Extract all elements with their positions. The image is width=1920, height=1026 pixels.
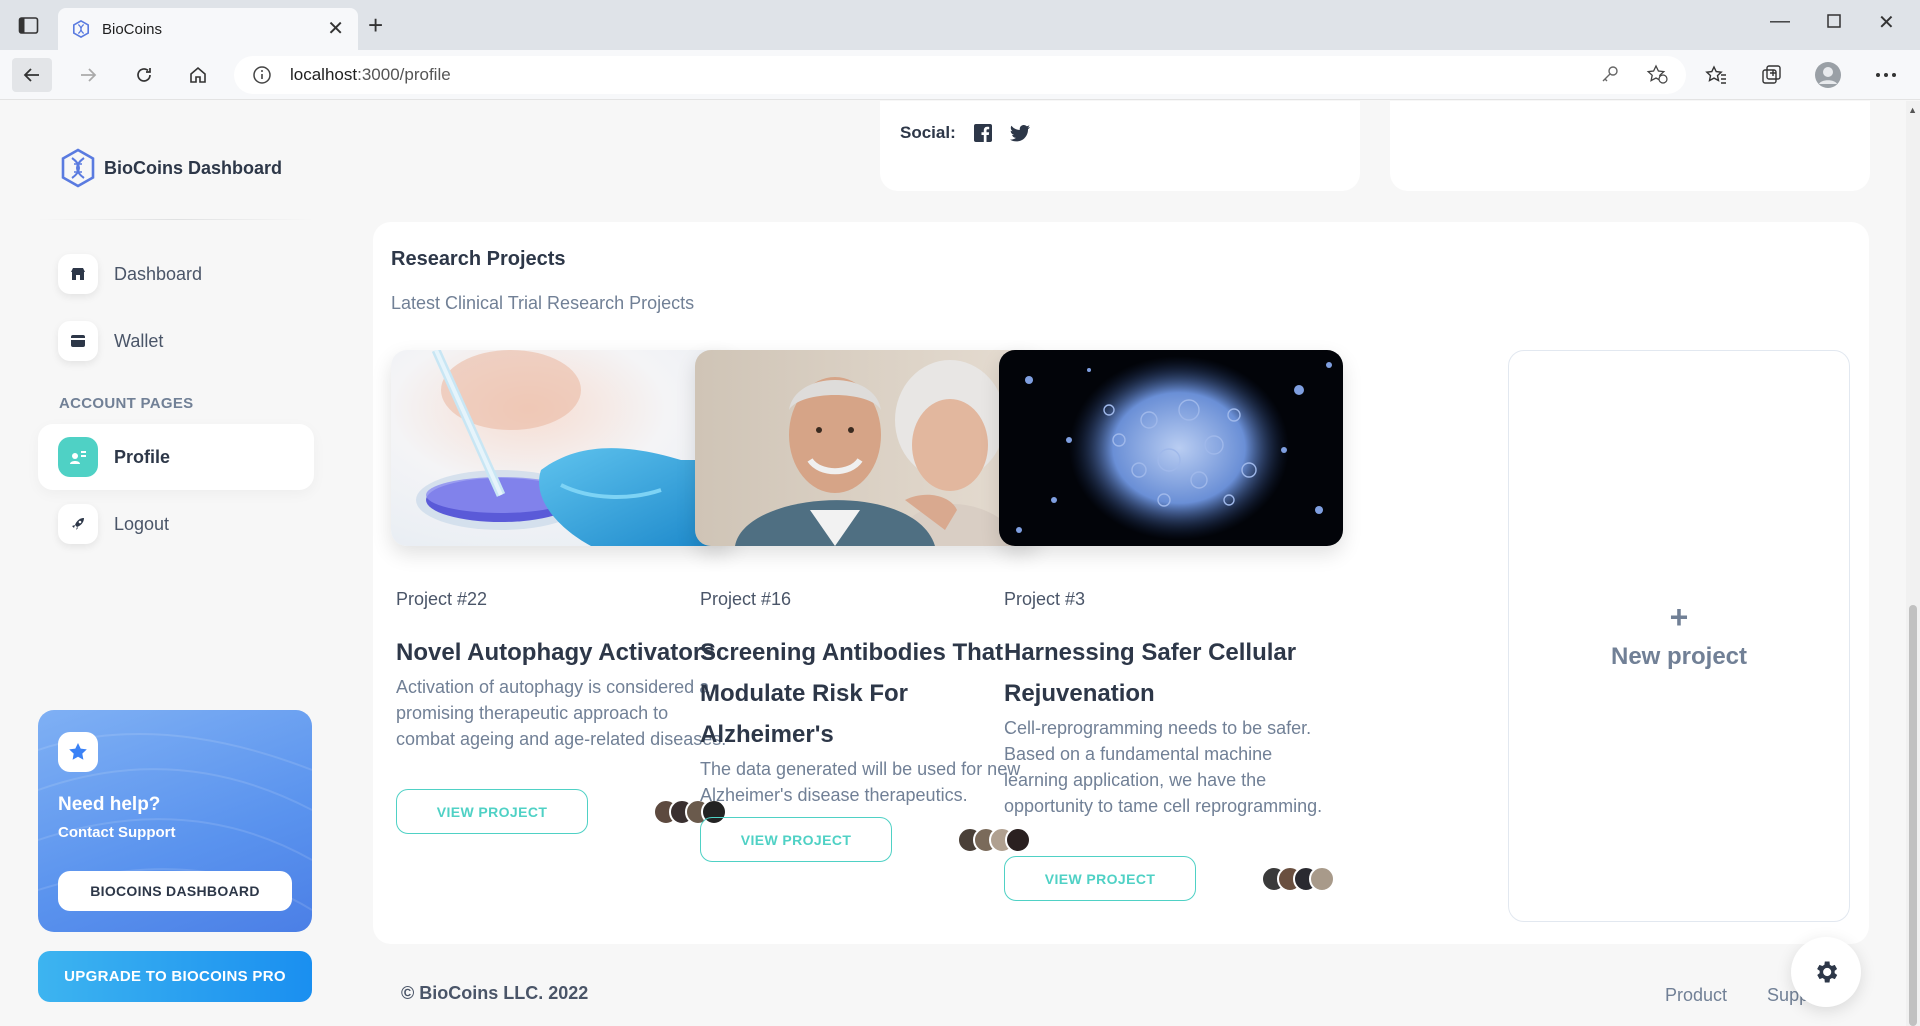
sidebar-item-wallet[interactable]: Wallet (38, 308, 314, 374)
settings-button[interactable] (1791, 937, 1861, 1007)
sidebar-item-label: Dashboard (114, 263, 203, 284)
biocoins-dashboard-button[interactable]: BIOCOINS DASHBOARD (58, 871, 292, 911)
browser-tab[interactable]: BioCoins ✕ (58, 8, 358, 50)
profile-avatar-icon[interactable] (1813, 60, 1843, 90)
view-project-button[interactable]: VIEW PROJECT (1004, 856, 1196, 901)
sidebar-item-logout[interactable]: Logout (38, 491, 314, 557)
facebook-icon[interactable] (973, 124, 992, 142)
star-icon (58, 732, 98, 772)
twitter-icon[interactable] (1009, 124, 1030, 142)
scroll-up-icon[interactable]: ▲ (1908, 105, 1917, 115)
project-image-cells[interactable] (999, 350, 1343, 546)
home-icon[interactable] (178, 58, 218, 92)
biocoins-logo-icon (61, 148, 95, 188)
project-card: Project #16 Screening Antibodies That Mo… (695, 350, 1039, 862)
key-icon[interactable] (1600, 64, 1620, 84)
scrollbar-thumb[interactable] (1909, 605, 1917, 1026)
minimize-icon[interactable]: — (1770, 10, 1790, 33)
rocket-icon (58, 504, 98, 544)
projects-subtitle: Latest Clinical Trial Research Projects (391, 293, 695, 313)
window-close-icon[interactable]: ✕ (1878, 10, 1895, 35)
back-icon[interactable] (12, 58, 52, 92)
browser-toolbar: localhost:3000/profile (0, 50, 1920, 100)
tab-title: BioCoins (102, 20, 163, 38)
sidebar-item-label: Wallet (114, 330, 164, 351)
project-image-elderly-couple[interactable] (695, 350, 1039, 546)
footer-copyright: © BioCoins LLC. 2022 (401, 983, 589, 1003)
new-project-card[interactable]: + New project (1508, 350, 1850, 922)
project-members (1261, 866, 1335, 892)
card-icon (58, 321, 98, 361)
plus-icon: + (1669, 599, 1689, 635)
sidebar-item-profile[interactable]: Profile (38, 424, 314, 490)
sidebar-item-label: Logout (114, 513, 170, 534)
collections-icon[interactable] (1756, 60, 1786, 90)
window-titlebar: BioCoins ✕ + — ✕ (0, 0, 1920, 50)
sidebar-item-dashboard[interactable]: Dashboard (38, 241, 314, 307)
project-description: Activation of autophagy is considered a … (396, 677, 727, 749)
project-description: Cell-reprogramming needs to be safer. Ba… (1004, 718, 1323, 816)
sidebar-item-label: Profile (114, 446, 171, 467)
tab-actions-icon[interactable] (18, 16, 40, 36)
more-options-icon[interactable] (1871, 60, 1901, 90)
profile-info-card: Social: (880, 101, 1360, 191)
maximize-icon[interactable] (1826, 12, 1842, 35)
page-viewport: BioCoins Dashboard Dashboard Wallet ACCO… (0, 101, 1920, 1026)
help-title: Need help? (58, 794, 161, 815)
help-subtitle: Contact Support (58, 824, 176, 841)
project-description: The data generated will be used for new … (700, 759, 1021, 805)
add-favorite-icon[interactable] (1646, 64, 1668, 84)
forward-icon[interactable] (68, 58, 108, 92)
footer-link-product[interactable]: Product (1665, 985, 1727, 1006)
project-number: Project #16 (700, 589, 792, 609)
project-number: Project #3 (1004, 589, 1086, 609)
avatar[interactable] (1309, 866, 1335, 892)
upgrade-button[interactable]: UPGRADE TO BIOCOINS PRO (38, 951, 312, 1002)
url-text: localhost:3000/profile (290, 65, 451, 84)
research-projects-card: Research Projects Latest Clinical Trial … (373, 222, 1869, 944)
project-number: Project #22 (396, 589, 488, 609)
refresh-icon[interactable] (124, 58, 164, 92)
project-name: Screening Antibodies That Modulate Risk … (700, 639, 1004, 748)
user-icon (58, 437, 98, 477)
page-scrollbar[interactable]: ▲ (1906, 101, 1920, 1026)
social-label: Social: (900, 123, 956, 142)
tab-close-icon[interactable]: ✕ (327, 19, 344, 39)
brand[interactable]: BioCoins Dashboard (60, 148, 282, 188)
sidebar-divider (38, 219, 314, 220)
view-project-button[interactable]: VIEW PROJECT (396, 789, 588, 834)
site-info-icon[interactable] (252, 65, 272, 85)
view-project-button[interactable]: VIEW PROJECT (700, 817, 892, 862)
sidebar: BioCoins Dashboard Dashboard Wallet ACCO… (38, 101, 314, 1026)
help-card: Need help? Contact Support BIOCOINS DASH… (38, 710, 312, 932)
new-project-label: New project (1610, 643, 1748, 670)
project-card: Project #22 Novel Autophagy Activators A… (391, 350, 735, 834)
favorites-icon[interactable] (1701, 60, 1731, 90)
projects-title: Research Projects (391, 248, 566, 270)
shop-icon (58, 254, 98, 294)
biocoins-favicon-icon (72, 20, 90, 38)
project-card: Project #3 Harnessing Safer Cellular Rej… (999, 350, 1343, 901)
address-bar[interactable]: localhost:3000/profile (234, 56, 1686, 94)
brand-name: BioCoins Dashboard (104, 157, 283, 178)
social-row: Social: (900, 123, 1030, 143)
gear-icon (1817, 961, 1838, 983)
new-tab-icon[interactable]: + (368, 12, 383, 38)
project-name: Harnessing Safer Cellular Rejuvenation (1004, 639, 1297, 707)
section-title: ACCOUNT PAGES (59, 395, 194, 412)
project-image-lab[interactable] (391, 350, 735, 546)
avatar[interactable] (1005, 827, 1031, 853)
project-members (957, 827, 1031, 853)
project-name: Novel Autophagy Activators (396, 639, 716, 666)
profile-side-card (1390, 101, 1870, 191)
footer-links: Product Supp (1665, 985, 1809, 1006)
